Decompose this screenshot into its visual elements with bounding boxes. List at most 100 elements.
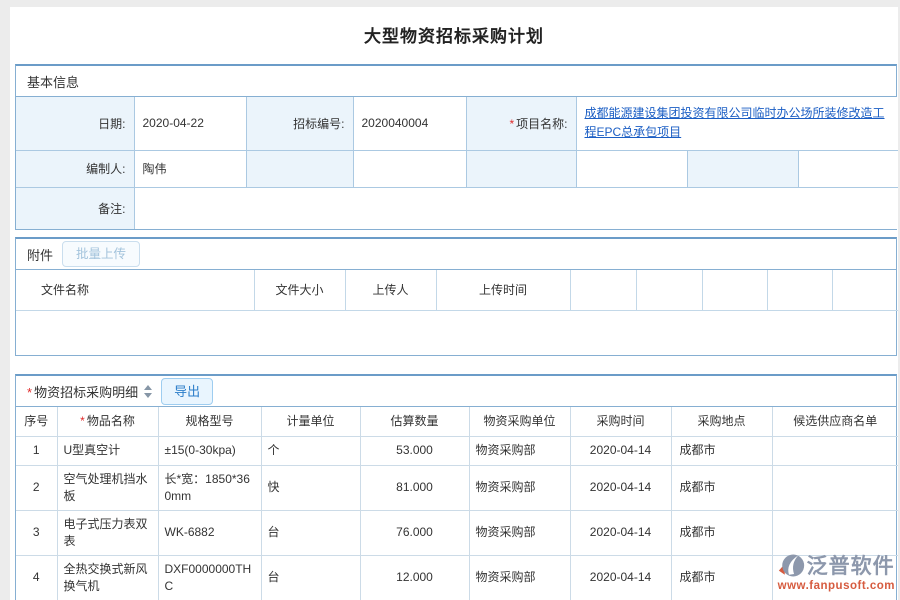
basic-info-header: 基本信息: [16, 66, 896, 97]
attachments-header: 附件 批量上传: [16, 239, 896, 270]
cell-seq: 1: [16, 436, 57, 465]
remark-label: 备注:: [16, 187, 134, 229]
bid-number-value: 2020040004: [353, 97, 466, 150]
col-item-name: *物品名称: [57, 407, 158, 436]
brand-name: 泛普软件: [807, 550, 895, 580]
date-value: 2020-04-22: [134, 97, 246, 150]
basic-info-title: 基本信息: [27, 72, 79, 91]
col-file-name: 文件名称: [16, 270, 254, 310]
table-row: 2 空气处理机挡水板 长*宽：1850*360mm 快 81.000 物资采购部…: [16, 465, 898, 510]
remark-value: [134, 187, 898, 229]
date-label: 日期:: [16, 97, 134, 150]
cell-spec: ±15(0-30kpa): [158, 436, 261, 465]
bid-number-label: 招标编号:: [246, 97, 353, 150]
basic-info-row-2: 编制人: 陶伟: [16, 150, 898, 187]
cell-place: 成都市: [671, 510, 772, 555]
cell-name: 全热交换式新风换气机: [57, 555, 158, 600]
empty-value-cell: [576, 150, 687, 187]
detail-header-row: 序号 *物品名称 规格型号 计量单位 估算数量 物资采购单位 采购时间 采购地点…: [16, 407, 898, 436]
table-row: 1 U型真空计 ±15(0-30kpa) 个 53.000 物资采购部 2020…: [16, 436, 898, 465]
cell-dept: 物资采购部: [469, 510, 570, 555]
basic-info-table: 日期: 2020-04-22 招标编号: 2020040004 *项目名称: 成…: [16, 97, 898, 229]
cell-name: U型真空计: [57, 436, 158, 465]
col-empty: [570, 270, 636, 310]
col-seq: 序号: [16, 407, 57, 436]
cell-unit: 台: [261, 510, 360, 555]
col-purchase-dept: 物资采购单位: [469, 407, 570, 436]
col-upload-time: 上传时间: [436, 270, 570, 310]
sort-arrows-icon[interactable]: [144, 385, 152, 398]
cell-spec: WK-6882: [158, 510, 261, 555]
cell-name: 空气处理机挡水板: [57, 465, 158, 510]
cell-suppliers: [772, 465, 898, 510]
col-empty: [636, 270, 702, 310]
cell-unit: 个: [261, 436, 360, 465]
project-name-cell: 成都能源建设集团投资有限公司临时办公场所装修改造工程EPC总承包项目: [576, 97, 898, 150]
empty-value-cell: [798, 150, 898, 187]
col-uploader: 上传人: [345, 270, 436, 310]
col-empty: [702, 270, 767, 310]
cell-qty: 81.000: [360, 465, 469, 510]
cell-suppliers: [772, 510, 898, 555]
empty-label-cell: [246, 150, 353, 187]
basic-info-row-3: 备注:: [16, 187, 898, 229]
detail-table: 序号 *物品名称 规格型号 计量单位 估算数量 物资采购单位 采购时间 采购地点…: [16, 407, 898, 600]
attachments-empty-body: [16, 310, 898, 355]
fanpu-watermark: 泛普软件 www.fanpusoft.com: [778, 550, 895, 592]
project-name-label: *项目名称:: [466, 97, 576, 150]
export-button[interactable]: 导出: [161, 378, 213, 405]
attachments-section: 附件 批量上传 文件名称 文件大小 上传人 上传时间: [15, 237, 897, 356]
detail-header: *物资招标采购明细 导出: [16, 376, 896, 407]
cell-name: 电子式压力表双表: [57, 510, 158, 555]
cell-qty: 12.000: [360, 555, 469, 600]
content-panel: 大型物资招标采购计划 基本信息 日期: 2020-04-22 招标编号: 202…: [10, 7, 898, 600]
compiler-value: 陶伟: [134, 150, 246, 187]
cell-seq: 4: [16, 555, 57, 600]
attachments-header-row: 文件名称 文件大小 上传人 上传时间: [16, 270, 898, 310]
project-name-link[interactable]: 成都能源建设集团投资有限公司临时办公场所装修改造工程EPC总承包项目: [585, 106, 885, 139]
cell-time: 2020-04-14: [570, 436, 671, 465]
col-qty: 估算数量: [360, 407, 469, 436]
batch-upload-button[interactable]: 批量上传: [62, 241, 140, 268]
page-title: 大型物资招标采购计划: [10, 7, 898, 47]
cell-suppliers: [772, 436, 898, 465]
cell-unit: 快: [261, 465, 360, 510]
cell-dept: 物资采购部: [469, 465, 570, 510]
col-suppliers: 候选供应商名单: [772, 407, 898, 436]
col-empty: [832, 270, 898, 310]
cell-time: 2020-04-14: [570, 510, 671, 555]
empty-value-cell: [353, 150, 466, 187]
fanpu-logo-icon: [778, 552, 805, 579]
cell-place: 成都市: [671, 465, 772, 510]
basic-info-row-1: 日期: 2020-04-22 招标编号: 2020040004 *项目名称: 成…: [16, 97, 898, 150]
required-asterisk: *: [509, 117, 514, 131]
col-purchase-place: 采购地点: [671, 407, 772, 436]
cell-qty: 53.000: [360, 436, 469, 465]
cell-place: 成都市: [671, 555, 772, 600]
basic-info-section: 基本信息 日期: 2020-04-22 招标编号: 2020040004 *项目…: [15, 64, 897, 230]
col-spec: 规格型号: [158, 407, 261, 436]
cell-time: 2020-04-14: [570, 465, 671, 510]
col-purchase-time: 采购时间: [570, 407, 671, 436]
table-row: 4 全热交换式新风换气机 DXF0000000THC 台 12.000 物资采购…: [16, 555, 898, 600]
cell-qty: 76.000: [360, 510, 469, 555]
attachments-table: 文件名称 文件大小 上传人 上传时间: [16, 270, 898, 355]
compiler-label: 编制人:: [16, 150, 134, 187]
empty-label-cell: [466, 150, 576, 187]
detail-title: *物资招标采购明细: [27, 382, 138, 401]
cell-spec: 长*宽：1850*360mm: [158, 465, 261, 510]
cell-place: 成都市: [671, 436, 772, 465]
cell-dept: 物资采购部: [469, 436, 570, 465]
cell-dept: 物资采购部: [469, 555, 570, 600]
brand-url[interactable]: www.fanpusoft.com: [778, 580, 895, 592]
col-unit: 计量单位: [261, 407, 360, 436]
col-file-size: 文件大小: [254, 270, 345, 310]
cell-spec: DXF0000000THC: [158, 555, 261, 600]
col-empty: [767, 270, 832, 310]
empty-label-cell: [687, 150, 798, 187]
attachments-title: 附件: [27, 245, 53, 264]
cell-seq: 3: [16, 510, 57, 555]
detail-section: *物资招标采购明细 导出 序号 *物品名称 规格型号 计量单位 估算数量 物资采…: [15, 374, 897, 600]
cell-seq: 2: [16, 465, 57, 510]
cell-time: 2020-04-14: [570, 555, 671, 600]
